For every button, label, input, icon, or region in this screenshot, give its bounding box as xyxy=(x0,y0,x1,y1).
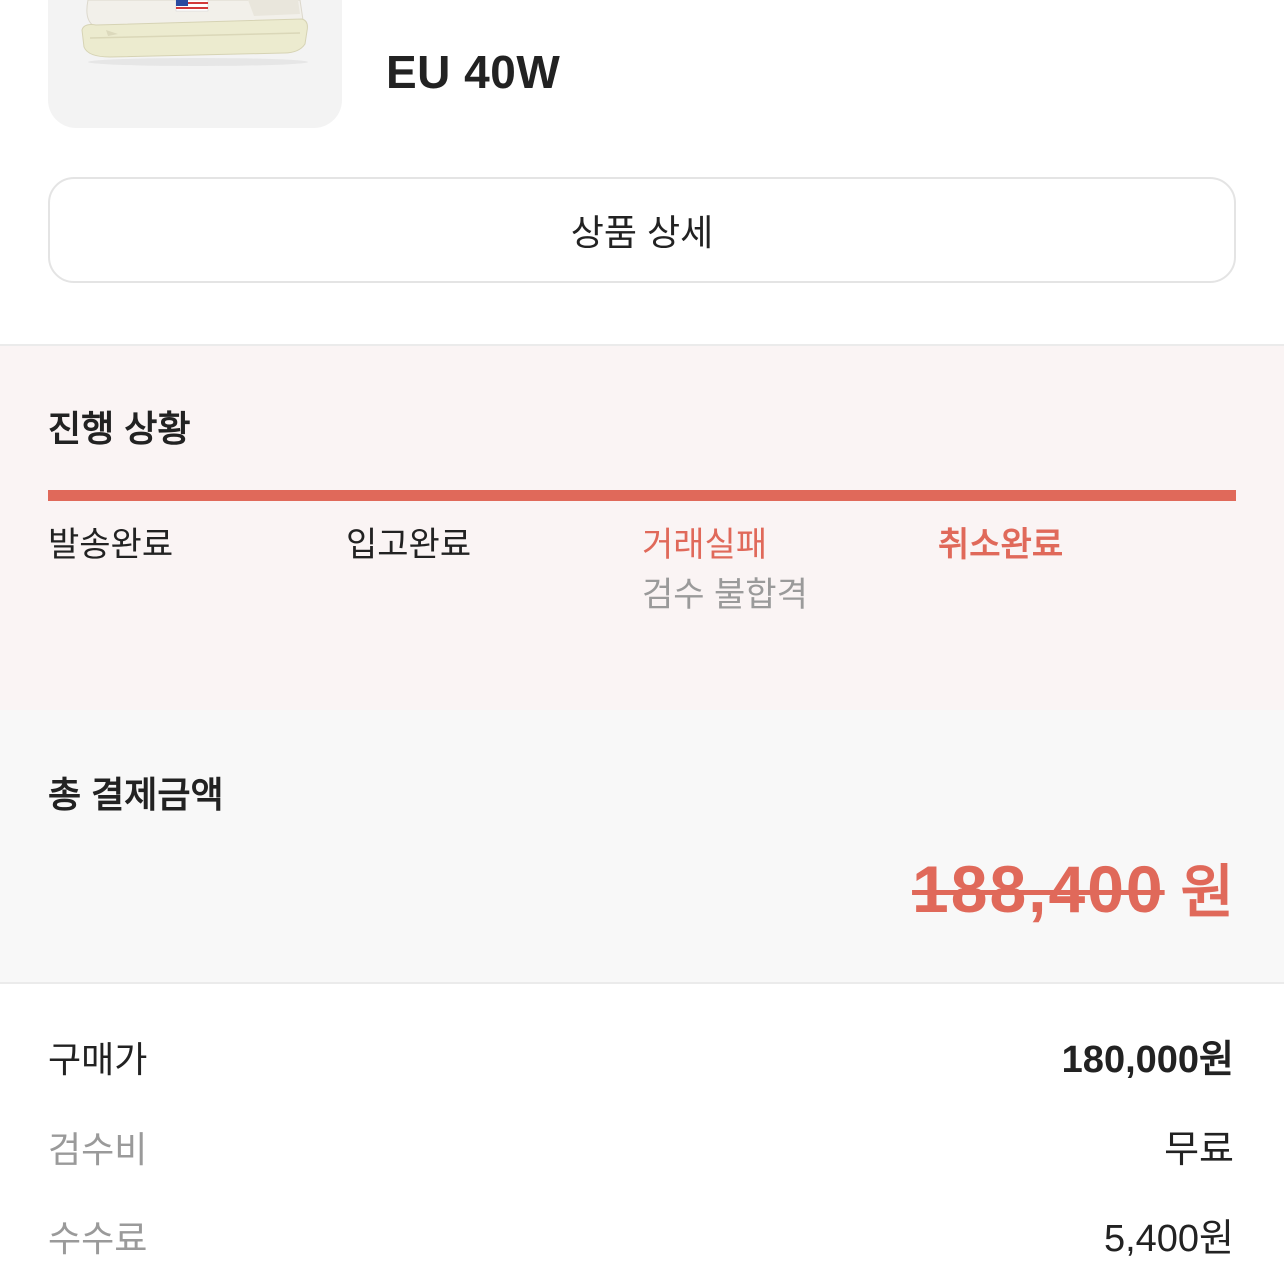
progress-step-received: 입고완료 xyxy=(346,528,643,562)
total-payment-title: 총 결제금액 xyxy=(48,774,224,815)
product-detail-button[interactable]: 상품 상세 xyxy=(48,177,1236,283)
step-label: 취소완료 xyxy=(938,526,1064,564)
row-value: 180,000원 xyxy=(1061,1039,1234,1081)
step-label: 발송완료 xyxy=(48,526,174,564)
step-label: 입고완료 xyxy=(346,526,472,564)
row-value: 5,400원 xyxy=(1103,1218,1234,1260)
price-row-purchase: 구매가 180,000원 xyxy=(48,1039,1234,1081)
sneaker-image xyxy=(81,0,308,66)
row-label: 구매가 xyxy=(48,1039,148,1080)
progress-section: 진행 상황 발송완료 입고완료 거래실패 검수 불합격 취소완료 xyxy=(0,344,1284,712)
product-size: EU 40W xyxy=(386,46,561,98)
product-detail-button-label: 상품 상세 xyxy=(570,212,714,253)
step-label: 거래실패 xyxy=(642,526,768,564)
progress-step-failed: 거래실패 검수 불합격 xyxy=(642,528,939,612)
progress-step-cancelled: 취소완료 xyxy=(938,528,1235,562)
progress-title: 진행 상황 xyxy=(48,408,191,449)
price-row-commission: 수수료 5,400원 xyxy=(48,1218,1234,1260)
progress-step-shipped: 발송완료 xyxy=(48,528,345,562)
step-sub-label: 검수 불합격 xyxy=(642,576,808,614)
total-amount-unit: 원 xyxy=(1180,860,1234,925)
total-amount-number: 188,400 xyxy=(912,852,1165,926)
row-label: 검수비 xyxy=(48,1129,148,1170)
row-label: 수수료 xyxy=(48,1218,148,1259)
product-image-card[interactable] xyxy=(48,0,342,128)
progress-bar-fill xyxy=(48,490,1236,501)
total-payment-amount: 188,400 원 xyxy=(912,856,1234,926)
progress-bar xyxy=(48,490,1236,501)
total-payment-section: 총 결제금액 188,400 원 xyxy=(0,710,1284,984)
row-value: 무료 xyxy=(1164,1129,1234,1171)
price-row-inspection-fee: 검수비 무료 xyxy=(48,1129,1234,1171)
